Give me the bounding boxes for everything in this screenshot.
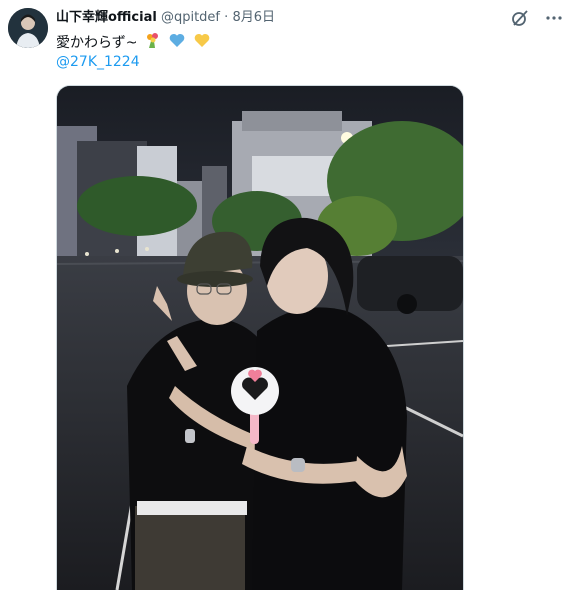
display-name[interactable]: 山下幸輝official xyxy=(56,10,157,25)
photo-image xyxy=(57,86,463,590)
more-icon[interactable] xyxy=(544,8,564,28)
blue-heart-icon xyxy=(168,31,186,55)
handle[interactable]: @qpitdef xyxy=(161,10,220,25)
bouquet-icon xyxy=(144,31,162,55)
post-date[interactable]: 8月6日 xyxy=(232,10,275,25)
grok-icon[interactable] xyxy=(510,8,530,28)
avatar[interactable] xyxy=(8,8,48,48)
tweet-body: 愛かわらず~ xyxy=(56,35,138,51)
tweet-photo[interactable] xyxy=(56,85,464,590)
tweet-header: 山下幸輝official @qpitdef · 8月6日 xyxy=(56,9,275,27)
top-right-actions xyxy=(510,8,564,28)
separator: · xyxy=(224,10,229,25)
mention-link[interactable]: @27K_1224 xyxy=(56,52,140,72)
yellow-heart-icon xyxy=(193,31,211,55)
avatar-image xyxy=(8,8,48,48)
